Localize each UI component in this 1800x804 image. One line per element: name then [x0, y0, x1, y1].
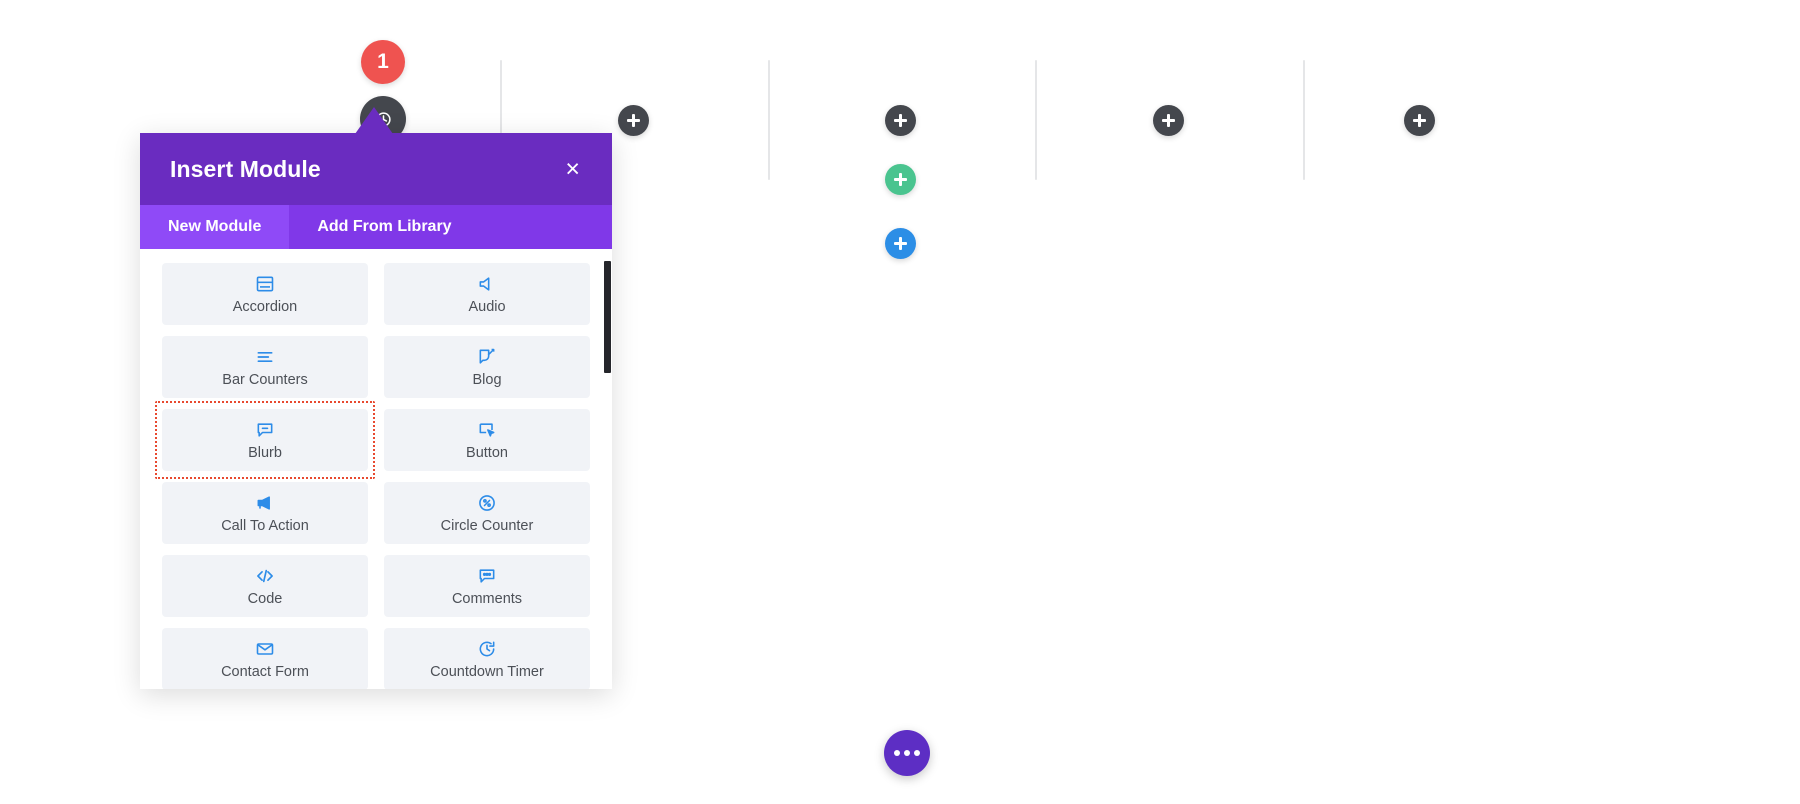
module-card-label: Blog — [472, 371, 502, 388]
module-card-audio[interactable]: Audio — [384, 263, 590, 325]
module-card-blurb[interactable]: Blurb — [155, 401, 375, 479]
more-dots-icon — [914, 750, 920, 756]
modal-pointer-arrow — [355, 107, 393, 134]
add-module-center-button[interactable] — [885, 105, 916, 136]
column-guide-3 — [1035, 60, 1037, 180]
plus-icon — [894, 173, 907, 186]
column-guide-2 — [768, 60, 770, 180]
add-module-left-button[interactable] — [618, 105, 649, 136]
module-card-countdown-timer[interactable]: Countdown Timer — [384, 628, 590, 689]
module-card-circle-counter[interactable]: Circle Counter — [384, 482, 590, 544]
close-icon[interactable]: × — [559, 153, 586, 186]
builder-canvas: 1 Insert Module × New Module Add From Li… — [0, 0, 1800, 804]
bar-counters-icon — [255, 347, 275, 367]
module-card-label: Code — [247, 590, 283, 607]
tab-new-module[interactable]: New Module — [140, 205, 290, 249]
tab-add-from-library[interactable]: Add From Library — [289, 205, 479, 249]
page-settings-fab[interactable] — [884, 730, 930, 776]
megaphone-icon — [255, 493, 275, 513]
insert-module-dialog: Insert Module × New Module Add From Libr… — [140, 133, 612, 689]
add-module-right-button[interactable] — [1153, 105, 1184, 136]
row-number-badge: 1 — [361, 40, 405, 84]
add-module-far-right-button[interactable] — [1404, 105, 1435, 136]
module-card-label: Contact Form — [221, 663, 309, 680]
plus-icon — [1162, 114, 1175, 127]
plus-icon — [894, 237, 907, 250]
add-row-button[interactable] — [885, 164, 916, 195]
module-card-label: Bar Counters — [222, 371, 308, 388]
plus-icon — [894, 114, 907, 127]
module-card-call-to-action[interactable]: Call To Action — [162, 482, 368, 544]
module-card-bar-counters[interactable]: Bar Counters — [162, 336, 368, 398]
accordion-icon — [255, 274, 275, 294]
module-card-blog[interactable]: Blog — [384, 336, 590, 398]
modal-header: Insert Module × — [140, 133, 612, 205]
module-card-label: Comments — [451, 590, 523, 607]
module-list-scrollbar[interactable] — [603, 249, 612, 689]
code-brackets-icon — [255, 566, 275, 586]
page-title: Insert Module — [170, 155, 321, 182]
row-number-label: 1 — [377, 50, 389, 73]
module-card-button[interactable]: Button — [384, 409, 590, 471]
module-card-comments[interactable]: Comments — [384, 555, 590, 617]
circle-percent-icon — [477, 493, 497, 513]
module-card-label: Button — [466, 444, 508, 461]
add-section-button[interactable] — [885, 228, 916, 259]
module-card-label: Accordion — [232, 298, 298, 315]
module-card-accordion[interactable]: Accordion — [162, 263, 368, 325]
more-dots-icon — [904, 750, 910, 756]
module-card-label: Call To Action — [221, 517, 309, 534]
countdown-clock-icon — [477, 639, 497, 659]
module-card-label: Blurb — [248, 444, 282, 461]
scrollbar-thumb[interactable] — [604, 261, 611, 373]
blurb-speech-icon — [255, 420, 275, 440]
plus-icon — [1413, 114, 1426, 127]
module-card-label: Circle Counter — [440, 517, 534, 534]
module-card-label: Audio — [468, 298, 506, 315]
module-card-code[interactable]: Code — [162, 555, 368, 617]
plus-icon — [627, 114, 640, 127]
audio-speaker-icon — [477, 274, 497, 294]
module-card-contact-form[interactable]: Contact Form — [162, 628, 368, 689]
module-grid: Accordion Audio Bar Counters Blog Blurb Butto… — [155, 263, 590, 689]
button-cursor-icon — [477, 420, 497, 440]
column-guide-4 — [1303, 60, 1305, 180]
module-list-body: Accordion Audio Bar Counters Blog Blurb Butto… — [140, 249, 612, 689]
modal-tab-bar: New Module Add From Library — [140, 205, 612, 249]
more-dots-icon — [894, 750, 900, 756]
comments-icon — [477, 566, 497, 586]
module-card-label: Countdown Timer — [430, 663, 544, 680]
envelope-icon — [255, 639, 275, 659]
blog-edit-icon — [477, 347, 497, 367]
